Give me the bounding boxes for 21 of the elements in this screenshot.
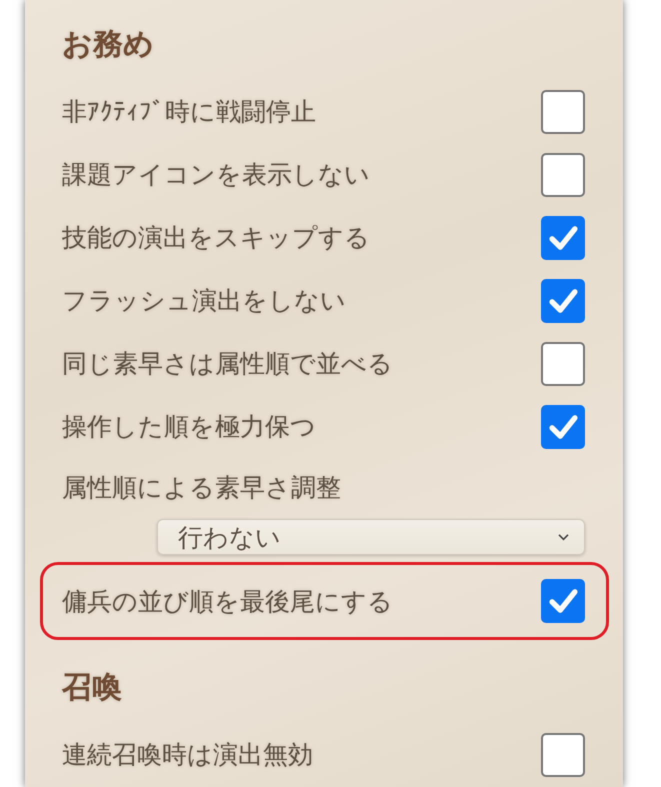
setting-label: フラッシュ演出をしない — [62, 285, 346, 317]
checkbox[interactable] — [541, 404, 585, 448]
setting-label: 非ｱｸﾃｨﾌﾞ時に戦闘停止 — [62, 96, 316, 128]
section-heading: お務め — [62, 26, 155, 64]
checkbox[interactable] — [541, 152, 585, 196]
section-heading: 召喚 — [62, 669, 123, 707]
setting-label: 傭兵の並び順を最後尾にする — [62, 586, 393, 618]
chevron-down-icon — [557, 532, 570, 542]
setting-label: 属性順による素早さ調整 — [62, 472, 342, 504]
checkbox[interactable] — [541, 732, 585, 776]
checkbox[interactable] — [541, 342, 585, 386]
setting-label: 操作した順を極力保つ — [62, 411, 316, 443]
setting-label: 同じ素早さは属性順で並べる — [62, 348, 393, 380]
checkbox[interactable] — [541, 579, 585, 623]
setting-label: 課題アイコンを表示しない — [62, 159, 370, 191]
checkbox[interactable] — [541, 216, 585, 260]
checkbox[interactable] — [541, 278, 585, 322]
dropdown[interactable]: 行わない — [157, 519, 585, 555]
setting-label: 連続召喚時は演出無効 — [62, 739, 313, 771]
setting-label: 技能の演出をスキップする — [62, 222, 370, 254]
checkbox[interactable] — [541, 90, 585, 134]
